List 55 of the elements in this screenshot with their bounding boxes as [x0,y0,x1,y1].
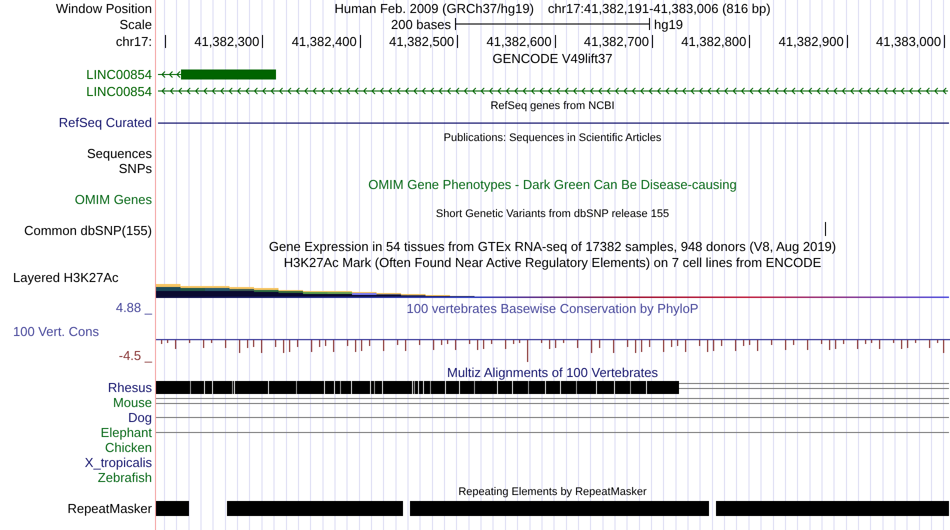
ruler-label: 41,383,000 [876,34,942,48]
tick-mark [652,34,653,48]
track-label[interactable]: RepeatMasker [67,502,152,515]
row-label: Scale [119,18,152,30]
track-label[interactable]: LINC00854 [86,84,152,98]
track-label[interactable]: RefSeq Curated [58,116,152,129]
track-title: Repeating Elements by RepeatMasker [458,487,647,498]
track-label[interactable]: SNPs [118,162,152,175]
assembly-title: Human Feb. 2009 (GRCh37/hg19) [334,2,534,14]
ruler-label: 41,382,600 [486,34,552,48]
track-label[interactable]: Dog [128,411,152,424]
track-label[interactable]: Common dbSNP(155) [24,224,152,236]
track-title: Multiz Alignments of 100 Vertebrates [446,366,658,378]
tick-mark [749,34,750,48]
track-title: GENCODE V49lift37 [492,52,612,64]
track-title: RefSeq genes from NCBI [490,101,615,112]
track-title: Short Genetic Variants from dbSNP release 155 [436,209,670,220]
track-title: Gene Expression in 54 tissues from GTEx RNA-seq of 17382 samples, 948 donors (V8, Aug 2019) [268,240,836,252]
track-title: H3K27Ac Mark (Often Found Near Active Regulatory Elements) on 7 cell lines from ENCODE [284,256,822,268]
ruler-label: 41,382,500 [389,34,454,48]
track-label[interactable]: Chicken [105,441,152,454]
track-label[interactable]: Elephant [100,426,152,439]
tick-mark [360,34,361,48]
tick-mark [944,34,946,48]
tick-mark [554,34,556,48]
track-label[interactable]: X_tropicalis [84,456,152,469]
row-label: chr17: [116,34,152,48]
axis-min-label: -4.5 _ [118,349,152,362]
track-title: 100 vertebrates Basewise Conservation by PhyloP [406,302,698,315]
track-label[interactable]: Rhesus [108,381,152,394]
ruler-label: 41,382,900 [778,34,844,48]
track-label[interactable]: Mouse [112,396,152,409]
ruler-label: 41,382,800 [681,34,746,48]
ruler-label: 41,382,400 [292,34,357,48]
axis-max-label: 4.88 _ [116,301,152,314]
track-label[interactable]: 100 Vert. Cons [13,325,99,338]
track-label[interactable]: Layered H3K27Ac [13,270,119,284]
repeat-element [156,501,189,516]
track-label[interactable]: OMIM Genes [74,193,152,206]
ruler-label: 41,382,700 [584,34,649,48]
track-title: Publications: Sequences in Scientific Articles [444,133,662,144]
track-title: OMIM Gene Phenotypes - Dark Green Can Be Disease-causing [368,178,737,190]
ruler-label: 41,382,300 [194,34,260,48]
tick-mark [846,34,848,48]
tick-mark [457,34,458,48]
track-label[interactable]: LINC00854 [86,68,152,81]
position-text: chr17:41,382,191-41,383,006 (816 bp) [548,2,771,14]
track-label[interactable]: Zebrafish [98,471,152,484]
assembly-text: hg19 [654,16,683,32]
row-label: Window Position [56,2,152,14]
scale-text: 200 bases [391,16,451,32]
tick-mark [262,34,264,48]
tick-mark [165,34,166,48]
track-label[interactable]: Sequences [86,147,152,160]
variant-mark [825,222,826,236]
